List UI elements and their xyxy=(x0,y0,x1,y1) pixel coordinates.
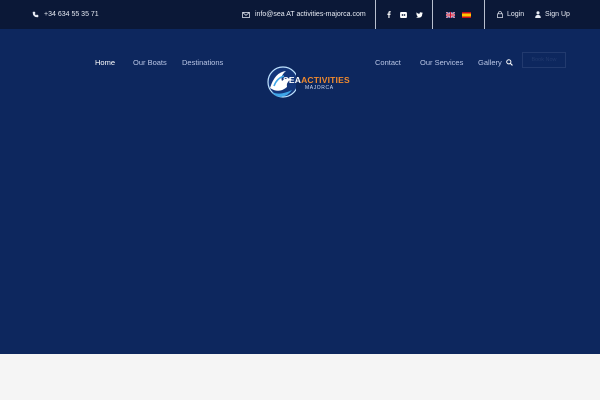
signup-label[interactable]: Sign Up xyxy=(545,11,570,18)
nav-gallery-label[interactable]: Gallery xyxy=(478,58,502,67)
spain-flag-icon[interactable] xyxy=(462,11,471,18)
book-now-button[interactable]: Book Now xyxy=(522,52,566,68)
phone-number[interactable]: +34 634 55 35 71 xyxy=(44,11,99,18)
nav-contact[interactable]: Contact xyxy=(375,58,401,67)
logo-wordmark: SEAACTIVITIES xyxy=(283,75,350,85)
nav-home-label[interactable]: Home xyxy=(95,58,115,67)
signup-link[interactable]: Sign Up xyxy=(535,0,570,29)
social-links xyxy=(387,0,423,29)
nav-destinations[interactable]: Destinations xyxy=(182,58,223,67)
nav-destinations-label[interactable]: Destinations xyxy=(182,58,223,67)
nav-our-boats-label[interactable]: Our Boats xyxy=(133,58,167,67)
email-address[interactable]: info@sea AT activities-majorca.com xyxy=(255,11,366,18)
nav-our-services-label[interactable]: Our Services xyxy=(420,58,463,67)
divider xyxy=(484,0,485,29)
search-icon[interactable] xyxy=(505,59,513,66)
content-area xyxy=(0,354,600,400)
flickr-icon[interactable] xyxy=(400,11,407,18)
facebook-icon[interactable] xyxy=(387,11,391,18)
nav-gallery[interactable]: Gallery xyxy=(478,58,513,67)
uk-flag-icon[interactable] xyxy=(446,11,455,18)
phone-icon xyxy=(32,11,39,18)
email-contact[interactable]: info@sea AT activities-majorca.com xyxy=(242,0,366,29)
twitter-icon[interactable] xyxy=(416,11,423,18)
logo-word-sea: SEA xyxy=(283,75,302,85)
language-switcher xyxy=(446,0,471,29)
envelope-icon xyxy=(242,11,250,18)
divider xyxy=(375,0,376,29)
top-bar: +34 634 55 35 71 info@sea AT activities-… xyxy=(0,0,600,29)
nav-home[interactable]: Home xyxy=(95,58,115,67)
divider xyxy=(432,0,433,29)
login-label[interactable]: Login xyxy=(507,11,524,18)
lock-icon xyxy=(497,11,503,18)
login-link[interactable]: Login xyxy=(497,0,524,29)
nav-contact-label[interactable]: Contact xyxy=(375,58,401,67)
nav-our-services[interactable]: Our Services xyxy=(420,58,463,67)
nav-our-boats[interactable]: Our Boats xyxy=(133,58,167,67)
phone-contact[interactable]: +34 634 55 35 71 xyxy=(32,0,99,29)
logo-word-activities: ACTIVITIES xyxy=(301,75,350,85)
user-icon xyxy=(535,11,541,18)
logo-subtitle: MAJORCA xyxy=(305,85,334,91)
